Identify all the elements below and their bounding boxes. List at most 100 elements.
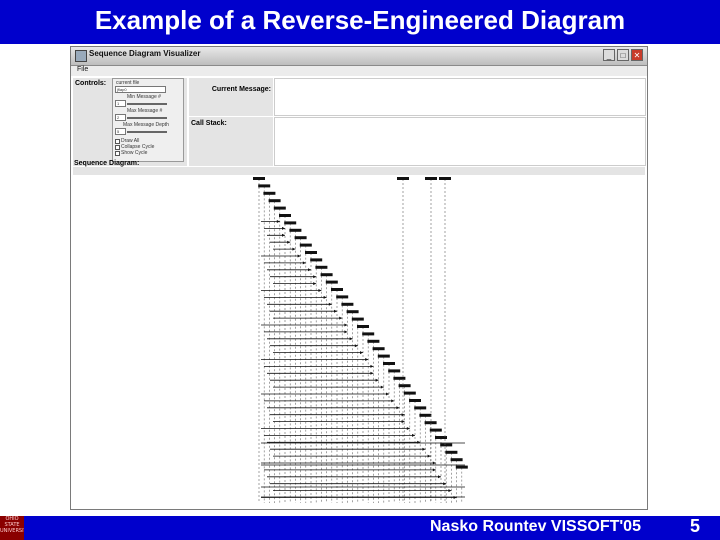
arrow-head <box>406 427 410 430</box>
window-title: Sequence Diagram Visualizer <box>89 49 201 58</box>
arrow-head <box>282 226 285 230</box>
arrow-head <box>396 406 400 410</box>
object-head <box>320 273 333 277</box>
min-message-input[interactable]: 1 <box>115 100 126 107</box>
min-message-label: Min Message # <box>127 94 161 100</box>
controls-label: Controls: <box>75 80 107 87</box>
controls-box: current file jflap0 Min Message # 1 Max … <box>112 78 184 162</box>
object-head <box>367 339 380 343</box>
object-head <box>439 177 451 180</box>
call-stack-field[interactable] <box>274 117 646 166</box>
max-depth-input[interactable]: 5 <box>115 128 126 135</box>
menu-file[interactable]: File <box>77 66 88 73</box>
max-message-slider[interactable] <box>127 117 167 119</box>
maximize-button[interactable]: □ <box>617 49 629 61</box>
arrow-head <box>448 489 452 493</box>
current-message-panel: Current Message: <box>189 78 273 116</box>
app-icon <box>75 50 87 62</box>
university-logo: OHIO STATE UNIVERSITY <box>0 516 24 540</box>
object-head <box>445 450 458 454</box>
object-head <box>310 258 323 262</box>
object-head <box>315 265 328 269</box>
current-message-label: Current Message: <box>211 86 271 93</box>
object-head <box>388 369 401 373</box>
logo-line-3: UNIVERSITY <box>0 528 24 534</box>
object-head <box>414 406 427 410</box>
minimize-button[interactable]: _ <box>603 49 615 61</box>
arrow-head <box>292 247 296 251</box>
min-message-slider[interactable] <box>127 103 167 105</box>
controls-panel: Controls: current file jflap0 Min Messag… <box>73 78 187 166</box>
object-head <box>429 428 442 432</box>
call-stack-panel: Call Stack: <box>189 117 273 166</box>
object-head <box>325 280 338 284</box>
arrow-head <box>360 351 363 355</box>
show-cycle-label: Show Cycle <box>121 150 148 156</box>
object-head <box>305 251 317 254</box>
object-head <box>357 325 369 328</box>
arrow-head <box>370 364 374 368</box>
arrow-head <box>287 240 291 244</box>
arrow-head <box>453 496 457 499</box>
arrow-head <box>339 316 343 320</box>
object-head <box>397 177 409 180</box>
arrow-head <box>380 385 384 389</box>
current-file-input[interactable]: jflap0 <box>115 86 166 93</box>
arrow-head <box>344 323 348 327</box>
arrow-head <box>354 344 358 348</box>
object-head <box>279 214 291 217</box>
window-titlebar[interactable]: Sequence Diagram Visualizer _ □ ✕ <box>71 47 647 66</box>
sequence-diagram-drawing <box>253 177 468 503</box>
arrow-head <box>386 392 389 396</box>
object-head <box>455 465 468 469</box>
arrow-head <box>432 468 436 472</box>
arrow-head <box>344 330 348 334</box>
sequence-diagram-canvas[interactable] <box>73 175 645 507</box>
menubar: File <box>71 66 647 76</box>
object-head <box>424 421 437 425</box>
close-button[interactable]: ✕ <box>631 49 643 61</box>
arrow-head <box>302 261 306 265</box>
arrow-head <box>370 371 374 375</box>
object-head <box>273 206 286 210</box>
object-head <box>289 228 302 232</box>
arrow-head <box>422 447 426 451</box>
collapse-cycle-checkbox[interactable] <box>115 145 120 150</box>
max-message-input[interactable]: 2 <box>115 114 126 121</box>
arrow-head <box>313 275 317 279</box>
arrow-head <box>323 295 327 299</box>
object-head <box>253 177 265 180</box>
object-head <box>450 458 463 462</box>
arrow-head <box>349 337 353 341</box>
arrow-head <box>391 399 395 403</box>
arrow-head <box>432 461 436 465</box>
slide-footer-author: Nasko Rountev VISSOFT'05 <box>430 518 641 535</box>
object-head <box>425 177 437 180</box>
visualizer-window[interactable]: Sequence Diagram Visualizer _ □ ✕ File C… <box>70 46 648 510</box>
object-head <box>294 236 307 240</box>
max-depth-slider[interactable] <box>127 131 167 133</box>
object-head <box>284 221 297 225</box>
draw-all-checkbox[interactable] <box>115 139 120 144</box>
arrow-head <box>308 268 311 272</box>
arrow-head <box>318 289 322 292</box>
object-head <box>383 362 395 365</box>
object-head <box>409 399 421 402</box>
arrow-head <box>427 454 431 458</box>
arrow-head <box>276 220 280 223</box>
current-message-field[interactable] <box>274 78 646 116</box>
arrow-head <box>375 378 379 382</box>
arrow-head <box>334 309 337 313</box>
object-head <box>351 317 364 321</box>
object-head <box>258 184 271 188</box>
object-head <box>440 443 453 447</box>
show-cycle-checkbox[interactable] <box>115 151 120 156</box>
object-head <box>393 376 406 380</box>
object-head <box>336 295 349 299</box>
object-head <box>299 243 312 247</box>
slide-page-number: 5 <box>690 516 701 536</box>
arrow-head <box>365 358 369 361</box>
arrow-head <box>412 433 415 437</box>
object-head <box>362 332 375 336</box>
arrow-head <box>297 254 301 258</box>
